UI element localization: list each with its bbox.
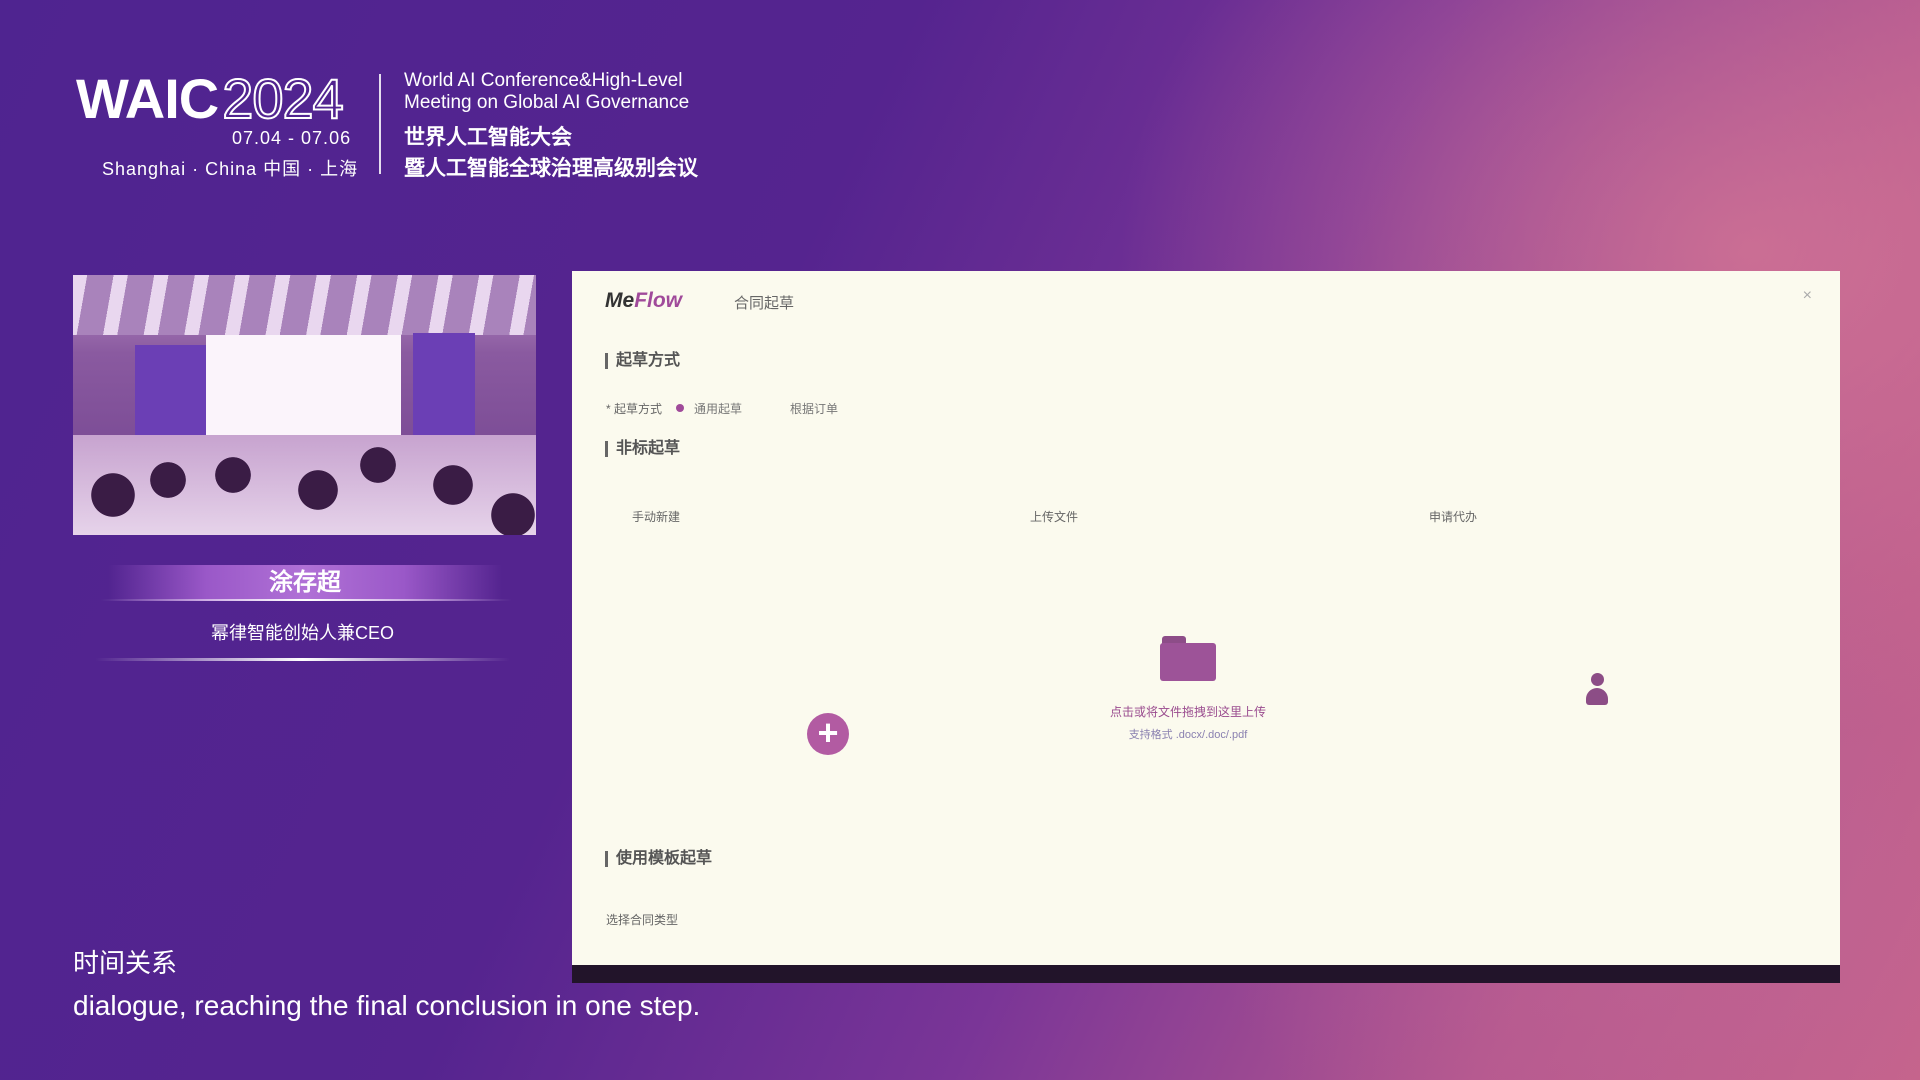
option-general-draft[interactable]: 通用起草 bbox=[694, 400, 742, 417]
logo-year: 2024 bbox=[221, 66, 345, 131]
subtitle-zh: 时间关系 bbox=[73, 948, 178, 978]
upload-hint[interactable]: 点击或将文件拖拽到这里上传 bbox=[1108, 703, 1268, 720]
conference-name-en-2: Meeting on Global AI Governance bbox=[404, 92, 690, 113]
col-upload-file: 上传文件 bbox=[1030, 510, 1079, 524]
app-window: MeFlow 合同起草 × 起草方式 * 起草方式 通用起草 根据订单 非标起草… bbox=[572, 271, 1840, 983]
logo-text: WAIC bbox=[76, 67, 219, 130]
app-title: 合同起草 bbox=[734, 295, 795, 312]
meflow-logo[interactable]: MeFlow bbox=[605, 289, 682, 313]
col-manual-create: 手动新建 bbox=[632, 510, 681, 524]
brand-flow: Flow bbox=[634, 289, 683, 312]
subtitle-en: dialogue, reaching the final conclusion … bbox=[73, 990, 701, 1021]
photo-projection-screen bbox=[206, 335, 401, 447]
upload-formats: 支持格式 .docx/.doc/.pdf bbox=[1128, 729, 1248, 741]
conference-name-en-1: World AI Conference&High-Level bbox=[404, 70, 683, 91]
photo-ceiling bbox=[73, 275, 536, 335]
col-apply-agent: 申请代办 bbox=[1429, 510, 1478, 524]
speaker-divider-top bbox=[100, 599, 512, 601]
folder-icon[interactable] bbox=[1160, 636, 1216, 681]
template-type-label: 选择合同类型 bbox=[606, 913, 679, 927]
option-order-draft[interactable]: 根据订单 bbox=[790, 400, 838, 417]
header-divider bbox=[379, 74, 381, 174]
person-icon[interactable] bbox=[1584, 673, 1610, 707]
section-template-draft: 使用模板起草 bbox=[605, 851, 712, 867]
conference-name-zh-2: 暨人工智能全球治理高级别会议 bbox=[404, 157, 698, 180]
section-nonstandard: 非标起草 bbox=[605, 441, 680, 457]
radio-general-selected-icon[interactable] bbox=[676, 404, 684, 412]
section-draft-method: 起草方式 bbox=[605, 353, 680, 369]
photo-audience bbox=[73, 435, 536, 535]
venue-photo bbox=[73, 275, 536, 535]
conference-dates: 07.04 - 07.06 bbox=[232, 128, 352, 148]
window-bottom-bar bbox=[572, 965, 1840, 983]
draft-method-label: * 起草方式 bbox=[606, 402, 663, 416]
speaker-title: 幂律智能创始人兼CEO bbox=[210, 623, 394, 643]
brand-me: Me bbox=[605, 289, 635, 312]
close-icon[interactable]: × bbox=[1803, 287, 1812, 305]
speaker-divider-bottom bbox=[95, 658, 510, 661]
conference-location: Shanghai · China 中国 · 上海 bbox=[102, 159, 359, 179]
add-new-button[interactable]: + bbox=[807, 713, 849, 755]
waic-logo: WAIC2024 bbox=[76, 66, 345, 131]
speaker-name: 涂存超 bbox=[108, 565, 502, 601]
conference-name-zh-1: 世界人工智能大会 bbox=[404, 126, 572, 149]
